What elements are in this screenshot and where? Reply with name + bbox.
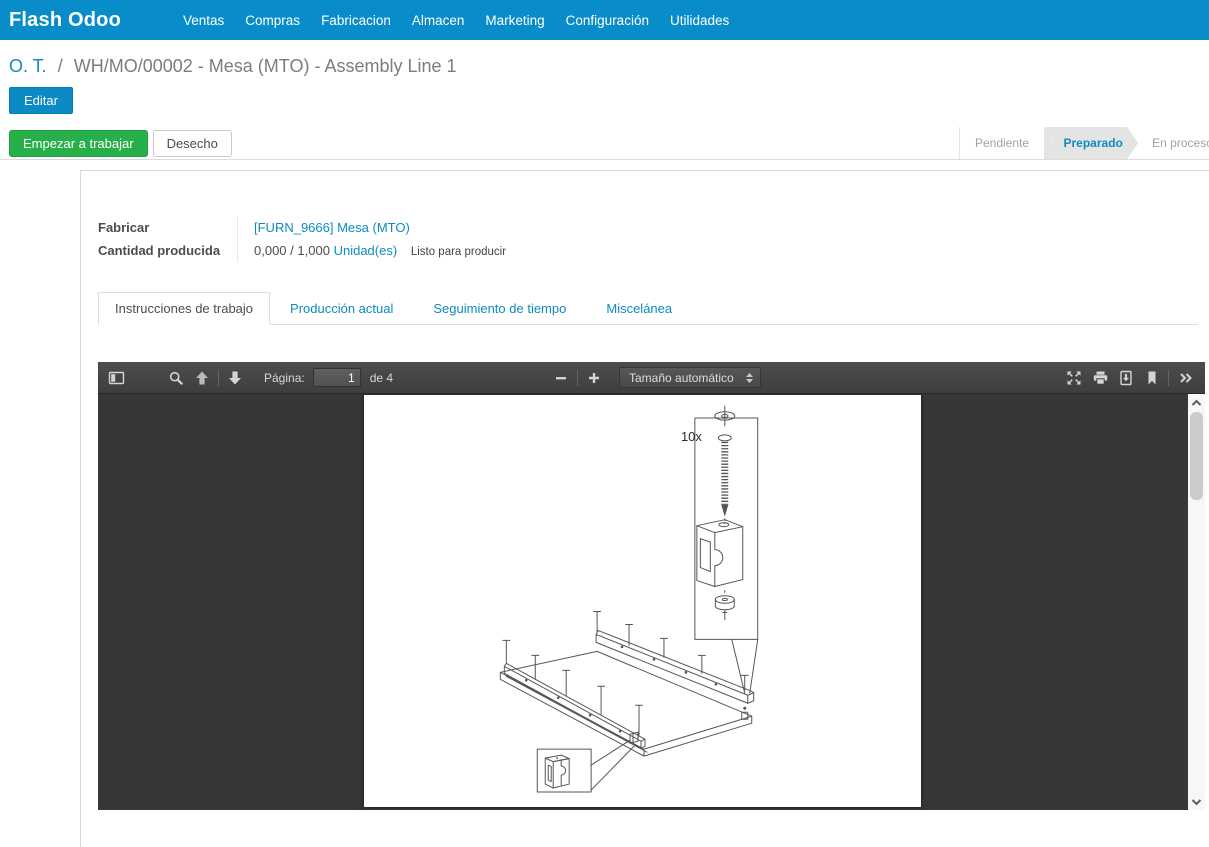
- quantity-field-label: Cantidad producida: [98, 239, 238, 262]
- download-icon: [1118, 370, 1134, 386]
- breadcrumb-separator: /: [58, 56, 63, 76]
- statusbar-pipeline: Pendiente Preparado En proceso: [959, 127, 1209, 159]
- previous-page-icon: [194, 370, 210, 386]
- breadcrumb-parent-link[interactable]: O. T.: [9, 56, 47, 76]
- zoom-in-icon: [586, 370, 602, 386]
- next-page-button[interactable]: [222, 365, 248, 391]
- pdf-toolbar: Página: de 4 Tamaño automático: [98, 362, 1205, 394]
- bookmark-button[interactable]: [1139, 365, 1165, 391]
- pdf-viewer: Página: de 4 Tamaño automático: [98, 362, 1205, 810]
- search-button[interactable]: [163, 365, 189, 391]
- edit-button[interactable]: Editar: [9, 87, 73, 114]
- pdf-scrollbar[interactable]: [1188, 394, 1205, 810]
- more-tools-icon: [1177, 370, 1194, 386]
- availability-status: Listo para producir: [411, 246, 506, 258]
- quantity-done: 0,000: [254, 243, 287, 258]
- pdf-canvas-area: 10x: [98, 394, 1205, 810]
- statusbar: Empezar a trabajar Desecho Pendiente Pre…: [0, 127, 1209, 160]
- assembly-drawing: 10x: [364, 395, 921, 807]
- menu-item-configuracion[interactable]: Configuración: [566, 13, 649, 28]
- menu-item-fabricacion[interactable]: Fabricacion: [321, 13, 391, 28]
- uom-link[interactable]: Unidad(es): [334, 243, 398, 258]
- sidebar-toggle-button[interactable]: [103, 365, 129, 391]
- zoom-out-button[interactable]: [548, 365, 574, 391]
- menu-item-marketing[interactable]: Marketing: [485, 13, 544, 28]
- main-menu: Ventas Compras Fabricacion Almacen Marke…: [183, 13, 729, 28]
- menu-item-ventas[interactable]: Ventas: [183, 13, 224, 28]
- bookmark-icon: [1144, 370, 1160, 386]
- start-working-button[interactable]: Empezar a trabajar: [9, 130, 148, 157]
- page-title: WH/MO/00002 - Mesa (MTO) - Assembly Line…: [74, 56, 457, 76]
- menu-item-compras[interactable]: Compras: [245, 13, 300, 28]
- notebook-tabs: Instrucciones de trabajo Producción actu…: [98, 292, 1198, 325]
- page-label: Página:: [264, 371, 305, 385]
- quantity-annotation: 10x: [681, 429, 702, 444]
- tab-instrucciones-de-trabajo[interactable]: Instrucciones de trabajo: [98, 292, 270, 325]
- sidebar-toggle-icon: [108, 370, 125, 386]
- app-brand[interactable]: Flash Odoo: [0, 9, 121, 32]
- zoom-in-button[interactable]: [581, 365, 607, 391]
- page-count: de 4: [370, 371, 393, 385]
- next-page-icon: [227, 370, 243, 386]
- tab-miscelanea[interactable]: Miscelánea: [586, 293, 692, 324]
- zoom-select[interactable]: Tamaño automático: [619, 367, 761, 388]
- top-navbar: Flash Odoo Ventas Compras Fabricacion Al…: [0, 0, 1209, 40]
- chevron-up-icon: [1191, 399, 1202, 407]
- print-icon: [1092, 370, 1109, 386]
- scroll-up-button[interactable]: [1188, 395, 1205, 410]
- form-sheet: Fabricar [FURN_9666] Mesa (MTO) Cantidad…: [80, 170, 1209, 847]
- status-step-en-proceso[interactable]: En proceso: [1138, 127, 1209, 159]
- pdf-page: 10x: [364, 395, 921, 807]
- status-step-pendiente[interactable]: Pendiente: [960, 127, 1044, 159]
- print-button[interactable]: [1087, 365, 1113, 391]
- previous-page-button[interactable]: [189, 365, 215, 391]
- menu-item-utilidades[interactable]: Utilidades: [670, 13, 729, 28]
- scrap-button[interactable]: Desecho: [153, 130, 232, 157]
- page-number-input[interactable]: [313, 368, 361, 387]
- statusbar-buttons: Empezar a trabajar Desecho: [0, 127, 232, 159]
- tab-seguimiento-de-tiempo[interactable]: Seguimiento de tiempo: [413, 293, 586, 324]
- search-icon: [168, 370, 184, 386]
- scroll-down-button[interactable]: [1188, 794, 1205, 809]
- quantity-planned: 1,000: [297, 243, 330, 258]
- fullscreen-button[interactable]: [1061, 365, 1087, 391]
- zoom-out-icon: [553, 370, 569, 386]
- status-step-preparado[interactable]: Preparado: [1044, 127, 1138, 159]
- spinner-arrows-icon: [745, 372, 754, 384]
- breadcrumb: O. T. / WH/MO/00002 - Mesa (MTO) - Assem…: [0, 40, 1209, 77]
- field-group: Fabricar [FURN_9666] Mesa (MTO) Cantidad…: [98, 216, 738, 262]
- chevron-down-icon: [1191, 798, 1202, 806]
- product-link[interactable]: [FURN_9666] Mesa (MTO): [254, 220, 410, 235]
- more-tools-button[interactable]: [1172, 365, 1198, 391]
- fullscreen-icon: [1066, 370, 1082, 386]
- tab-produccion-actual[interactable]: Producción actual: [270, 293, 413, 324]
- download-button[interactable]: [1113, 365, 1139, 391]
- zoom-select-value: Tamaño automático: [629, 371, 734, 385]
- quantity-separator: /: [290, 243, 294, 258]
- produce-field-label: Fabricar: [98, 216, 238, 239]
- scrollbar-thumb[interactable]: [1190, 412, 1203, 500]
- menu-item-almacen[interactable]: Almacen: [412, 13, 465, 28]
